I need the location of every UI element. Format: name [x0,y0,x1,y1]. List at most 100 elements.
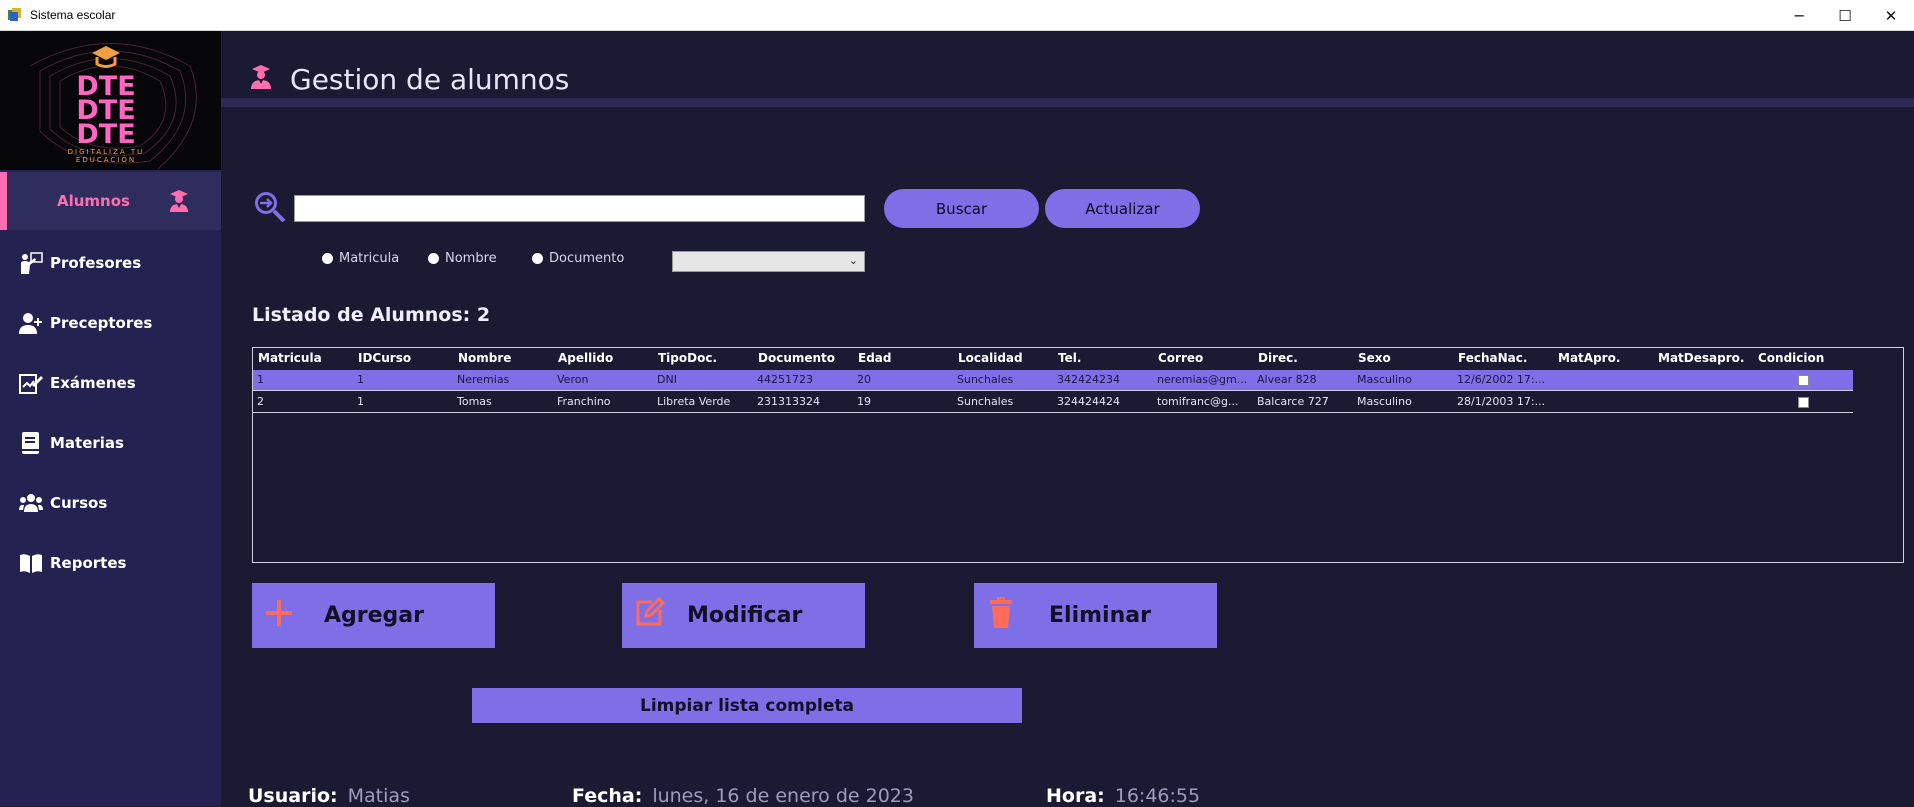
column-header[interactable]: IDCurso [358,351,411,365]
sidebar-item-label: Exámenes [50,374,136,392]
sidebar-item-label: Reportes [50,554,127,572]
column-header[interactable]: Nombre [458,351,511,365]
column-header[interactable]: Apellido [558,351,613,365]
radio-label: Nombre [445,251,497,266]
column-header[interactable]: Edad [858,351,891,365]
sidebar-item-examenes[interactable]: Exámenes [0,354,221,412]
modificar-label: Modificar [687,603,803,628]
hora-info: Hora: 16:46:55 [1046,785,1200,807]
column-header[interactable]: Localidad [958,351,1023,365]
trash-icon [990,597,1012,628]
radio-matricula[interactable]: Matricula [322,251,399,266]
app-icon [8,8,21,21]
table-cell: neremias@gm... [1157,373,1248,386]
table-header: Matricula IDCurso Nombre Apellido TipoDo… [253,348,1903,370]
table-cell: 28/1/2003 17:... [1457,395,1546,408]
sidebar-item-label: Materias [50,434,124,452]
student-icon [251,65,271,89]
column-header[interactable]: Documento [758,351,835,365]
column-header[interactable]: FechaNac. [1458,351,1527,365]
table-row[interactable]: 1 1 Neremias Veron DNI 44251723 20 Sunch… [253,370,1853,391]
table-cell: 44251723 [757,373,813,386]
sidebar-item-alumnos[interactable]: Alumnos [0,172,221,230]
sidebar-item-label: Preceptores [50,314,153,332]
radio-dot [322,253,333,264]
table-cell: Alvear 828 [1257,373,1317,386]
table-cell: Balcarce 727 [1257,395,1329,408]
table-cell: 342424234 [1057,373,1120,386]
page-title: Gestion de alumnos [290,63,570,96]
table-row[interactable]: 2 1 Tomas Franchino Libreta Verde 231313… [253,392,1853,413]
close-button[interactable]: ✕ [1868,0,1914,31]
sidebar-item-profesores[interactable]: Profesores [0,234,221,292]
radio-label: Matricula [339,251,400,266]
column-header[interactable]: MatApro. [1558,351,1620,365]
student-icon [170,190,188,212]
sidebar-item-label: Cursos [50,494,108,512]
buscar-button[interactable]: Buscar [884,189,1039,228]
search-input[interactable] [294,195,865,222]
logo-text: DTE [76,119,135,150]
table-cell: 19 [857,395,871,408]
users-icon [19,494,43,512]
usuario-value: Matias [347,785,410,807]
modificar-button[interactable]: Modificar [622,583,865,648]
fecha-value: lunes, 16 de enero de 2023 [652,785,914,807]
sidebar-item-materias[interactable]: Materias [0,414,221,472]
table-cell: 1 [357,373,364,386]
table-cell: 2 [257,395,264,408]
table-cell: 231313324 [757,395,820,408]
hora-value: 16:46:55 [1114,785,1201,807]
radio-documento[interactable]: Documento [532,251,624,266]
alumnos-table[interactable]: Matricula IDCurso Nombre Apellido TipoDo… [252,347,1904,563]
sidebar: DTE DTE DTE DIGITALIZA TU EDUCACIÓN Alum… [0,31,221,806]
teacher-icon [21,252,43,274]
column-header[interactable]: MatDesapro. [1658,351,1744,365]
column-header[interactable]: Tel. [1058,351,1081,365]
active-indicator [0,172,7,230]
table-cell: Neremias [457,373,510,386]
table-cell: 324424424 [1057,395,1120,408]
window-title: Sistema escolar [30,8,116,22]
agregar-button[interactable]: Agregar [252,583,495,648]
column-header[interactable]: TipoDoc. [658,351,717,365]
window-titlebar: Sistema escolar ─ ☐ ✕ [0,0,1914,31]
edit-icon [636,596,666,626]
listado-count: Listado de Alumnos: 2 [252,304,491,326]
limpiar-lista-button[interactable]: Limpiar lista completa [472,688,1022,723]
table-cell: Tomas [457,395,492,408]
sidebar-item-preceptores[interactable]: Preceptores [0,294,221,352]
usuario-label: Usuario: [248,785,338,807]
table-cell: Masculino [1357,373,1412,386]
radio-dot [428,253,439,264]
table-cell: 1 [357,395,364,408]
sidebar-item-reportes[interactable]: Reportes [0,534,221,592]
maximize-button[interactable]: ☐ [1822,0,1868,31]
condicion-checkbox[interactable] [1798,397,1809,408]
sidebar-item-cursos[interactable]: Cursos [0,474,221,532]
plus-icon [266,600,292,626]
page-header: Gestion de alumnos [221,31,1914,107]
table-cell: Franchino [557,395,611,408]
eliminar-button[interactable]: Eliminar [974,583,1217,648]
fecha-label: Fecha: [572,785,643,807]
radio-nombre[interactable]: Nombre [428,251,497,266]
logo: DTE DTE DTE DIGITALIZA TU EDUCACIÓN [0,31,221,170]
eliminar-label: Eliminar [1049,603,1151,628]
agregar-label: Agregar [324,603,424,628]
filter-select[interactable]: ⌄ [672,251,865,272]
column-header[interactable]: Sexo [1358,351,1391,365]
table-cell: DNI [657,373,677,386]
minimize-button[interactable]: ─ [1776,0,1822,31]
column-header[interactable]: Direc. [1258,351,1298,365]
column-header[interactable]: Condicion [1758,351,1824,365]
table-cell: Libreta Verde [657,395,731,408]
logo-tagline: EDUCACIÓN [76,155,136,164]
column-header[interactable]: Correo [1158,351,1203,365]
radio-label: Documento [549,251,625,266]
exam-icon [19,374,43,394]
actualizar-button[interactable]: Actualizar [1045,189,1200,228]
condicion-checkbox[interactable] [1798,375,1809,386]
table-cell: 12/6/2002 17:... [1457,373,1546,386]
column-header[interactable]: Matricula [258,351,322,365]
